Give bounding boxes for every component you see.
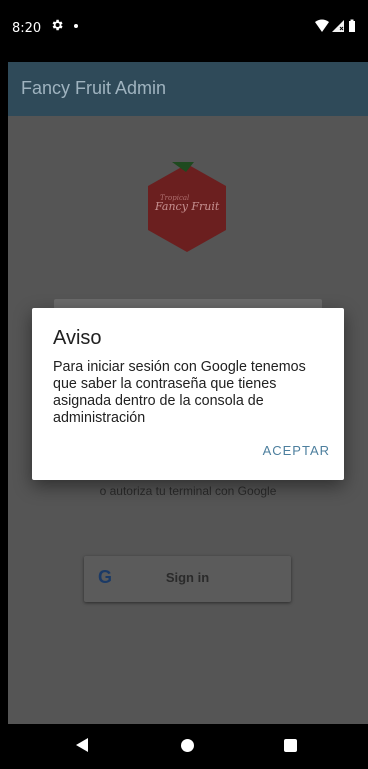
recents-icon[interactable] (284, 739, 297, 752)
back-icon[interactable] (76, 738, 88, 752)
battery-icon (349, 19, 355, 32)
app-title: Fancy Fruit Admin (21, 78, 167, 98)
fancy-fruit-logo: Tropical Fancy Fruit (148, 162, 226, 252)
signal-icon (332, 20, 344, 32)
notification-dot-icon (74, 24, 78, 28)
google-sign-in-button[interactable]: G Sign in (84, 556, 291, 602)
alert-dialog: Aviso Para iniciar sesión con Google ten… (32, 308, 344, 480)
status-time: 8:20 (12, 21, 42, 36)
dialog-title: Aviso (53, 327, 102, 349)
wifi-icon (315, 19, 329, 32)
status-icons (315, 19, 355, 32)
status-bar: 8:20 (0, 0, 368, 62)
dialog-message: Para iniciar sesión con Google tenemos q… (53, 359, 306, 426)
app-bar: Fancy Fruit Admin (8, 62, 368, 116)
accept-button[interactable]: ACEPTAR (263, 443, 330, 458)
google-hint-text: o autoriza tu terminal con Google (99, 484, 277, 498)
gear-icon (52, 19, 63, 31)
google-sign-in-label: Sign in (165, 570, 210, 585)
navigation-bar (8, 724, 368, 769)
home-icon[interactable] (181, 739, 194, 752)
logo-text-large: Fancy Fruit (154, 200, 220, 213)
screen: 8:20 Fancy Fruit Admin Tropical Fancy Fr… (0, 0, 368, 769)
